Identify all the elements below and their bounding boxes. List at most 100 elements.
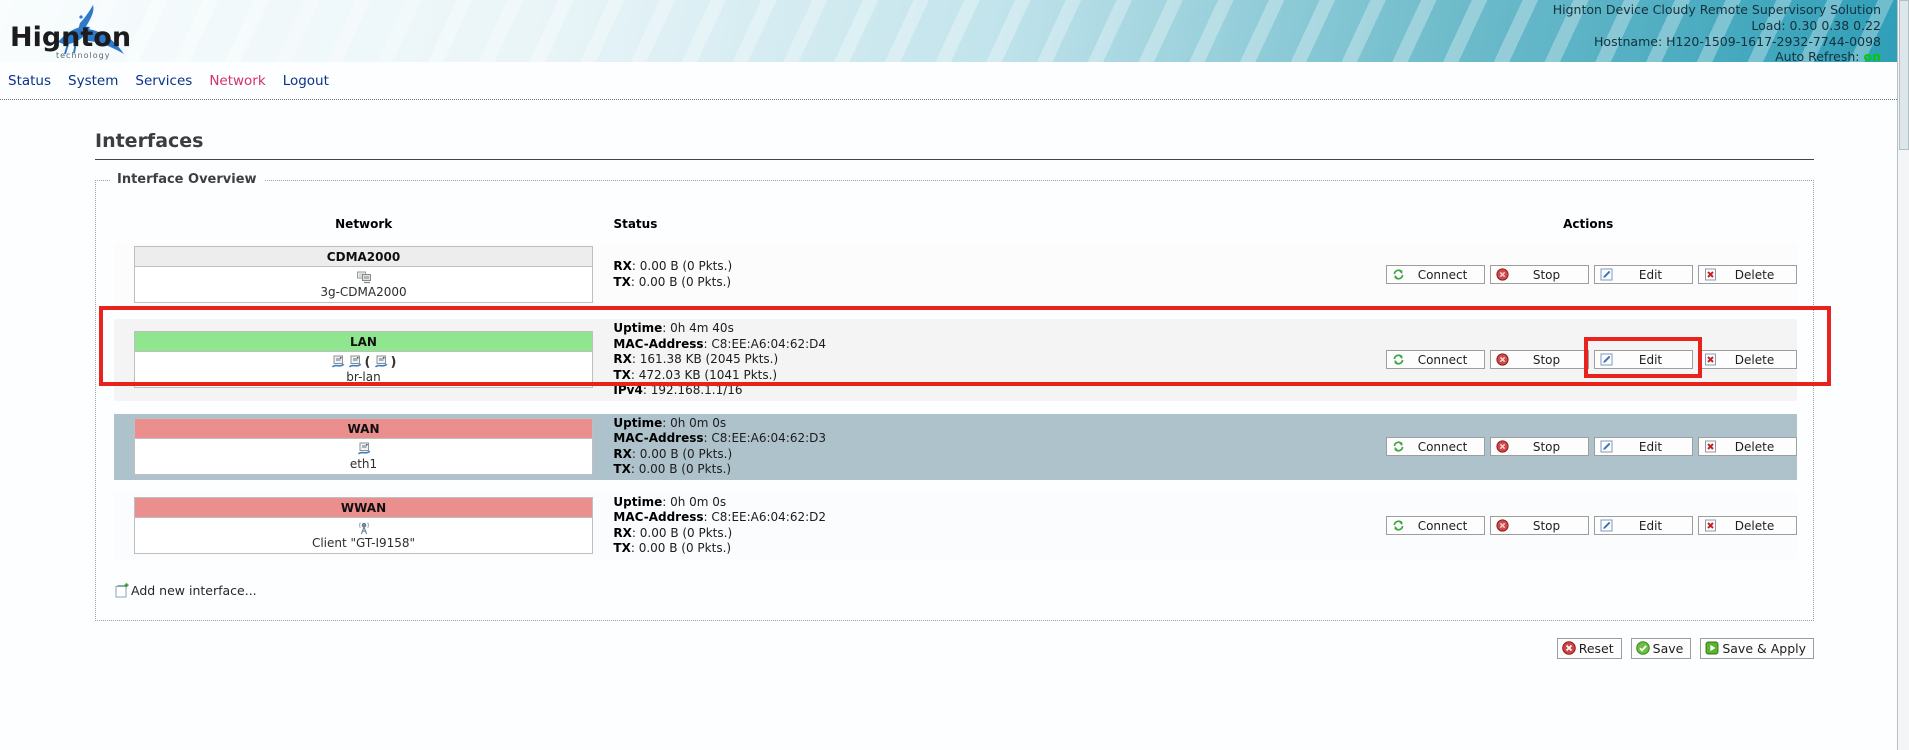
footer-buttons: Reset Save Save & Apply bbox=[95, 638, 1814, 659]
auto-refresh-value[interactable]: on bbox=[1864, 49, 1882, 62]
paren-text: ( bbox=[365, 355, 371, 370]
save-apply-button[interactable]: Save & Apply bbox=[1700, 638, 1814, 659]
actions-cell: Connect Stop Edit Delete bbox=[1380, 493, 1798, 559]
status-line-uptime: Uptime: 0h 0m 0s bbox=[613, 416, 1379, 432]
paren-text: ) bbox=[391, 355, 397, 370]
add-interface-label: Add new interface... bbox=[131, 583, 257, 598]
interface-row-wan: WAN eth1 Uptime: 0h 0m 0sMAC-Address: C8… bbox=[114, 414, 1797, 480]
button-label: Delete bbox=[1719, 440, 1791, 454]
network-box: LAN () br-lan bbox=[134, 331, 593, 388]
wan-delete-button[interactable]: Delete bbox=[1698, 437, 1797, 456]
brand-name: Hignton bbox=[10, 22, 131, 53]
column-header-actions: Actions bbox=[1380, 217, 1797, 231]
lan-delete-button[interactable]: Delete bbox=[1698, 350, 1797, 369]
status-line-mac-address: MAC-Address: C8:EE:A6:04:62:D3 bbox=[613, 431, 1379, 447]
nav-item-network[interactable]: Network bbox=[209, 73, 265, 89]
network-cell: WAN eth1 bbox=[114, 414, 613, 480]
cdma2000-connect-button[interactable]: Connect bbox=[1386, 265, 1485, 284]
auto-refresh: Auto Refresh: on bbox=[1553, 49, 1881, 62]
delete-icon bbox=[1704, 268, 1717, 281]
edit-icon bbox=[1600, 519, 1613, 532]
button-label: Edit bbox=[1615, 440, 1687, 454]
add-page-icon bbox=[114, 583, 129, 598]
stop-icon bbox=[1496, 353, 1509, 366]
nav-item-services[interactable]: Services bbox=[135, 73, 192, 89]
cdma2000-delete-button[interactable]: Delete bbox=[1698, 265, 1797, 284]
lan-connect-button[interactable]: Connect bbox=[1386, 350, 1485, 369]
device-name: 3g-CDMA2000 bbox=[135, 285, 592, 299]
status-line-rx: RX: 0.00 B (0 Pkts.) bbox=[613, 447, 1379, 463]
wwan-edit-button[interactable]: Edit bbox=[1594, 516, 1693, 535]
connect-icon bbox=[1392, 268, 1405, 281]
nav-item-system[interactable]: System bbox=[68, 73, 118, 89]
network-box: WWAN Client "GT-I9158" bbox=[134, 497, 593, 554]
wan-edit-button[interactable]: Edit bbox=[1594, 437, 1693, 456]
nav-item-status[interactable]: Status bbox=[8, 73, 51, 89]
edit-icon bbox=[1600, 440, 1613, 453]
status-line-tx: TX: 0.00 B (0 Pkts.) bbox=[613, 541, 1379, 557]
connect-icon bbox=[1392, 353, 1405, 366]
edit-icon bbox=[1600, 353, 1613, 366]
status-line-mac-address: MAC-Address: C8:EE:A6:04:62:D4 bbox=[613, 337, 1379, 353]
network-device: () br-lan bbox=[135, 352, 592, 387]
load-average: Load: 0.30 0.38 0.22 bbox=[1553, 18, 1881, 34]
ethernet-icon bbox=[331, 355, 345, 369]
network-box: WAN eth1 bbox=[134, 418, 593, 475]
button-label: Delete bbox=[1719, 519, 1791, 533]
status-line-uptime: Uptime: 0h 0m 0s bbox=[613, 495, 1379, 511]
status-cell: RX: 0.00 B (0 Pkts.)TX: 0.00 B (0 Pkts.) bbox=[613, 243, 1379, 306]
cdma2000-edit-button[interactable]: Edit bbox=[1594, 265, 1693, 284]
device-icons bbox=[135, 269, 592, 285]
button-label: Save & Apply bbox=[1722, 641, 1806, 656]
scrollbar-thumb[interactable] bbox=[1899, 0, 1909, 150]
main-nav: Status System Services Network Logout bbox=[0, 62, 1897, 100]
brand-logo: Hignton technology bbox=[10, 6, 160, 60]
device-icons bbox=[135, 520, 592, 536]
lan-stop-button[interactable]: Stop bbox=[1490, 350, 1589, 369]
status-line-tx: TX: 0.00 B (0 Pkts.) bbox=[613, 275, 1379, 291]
nav-item-logout[interactable]: Logout bbox=[283, 73, 329, 89]
table-header-row: Network Status Actions bbox=[114, 217, 1797, 231]
button-label: Connect bbox=[1407, 440, 1479, 454]
interface-overview-section: Interface Overview Network Status Action… bbox=[95, 180, 1814, 621]
reset-icon bbox=[1562, 641, 1576, 655]
button-label: Stop bbox=[1511, 353, 1583, 367]
wwan-stop-button[interactable]: Stop bbox=[1490, 516, 1589, 535]
lan-edit-button[interactable]: Edit bbox=[1594, 350, 1693, 369]
bridge-icon bbox=[356, 270, 372, 284]
ethernet-icon bbox=[357, 442, 371, 456]
network-name: WWAN bbox=[135, 498, 592, 518]
wan-stop-button[interactable]: Stop bbox=[1490, 437, 1589, 456]
status-line-rx: RX: 0.00 B (0 Pkts.) bbox=[613, 526, 1379, 542]
wan-connect-button[interactable]: Connect bbox=[1386, 437, 1485, 456]
button-label: Connect bbox=[1407, 353, 1479, 367]
add-interface-link[interactable]: Add new interface... bbox=[114, 583, 257, 598]
cdma2000-stop-button[interactable]: Stop bbox=[1490, 265, 1589, 284]
connect-icon bbox=[1392, 519, 1405, 532]
edit-icon bbox=[1600, 268, 1613, 281]
interface-row-lan: LAN () br-lan Uptime: 0h 4m 40sMAC-Addre… bbox=[114, 319, 1797, 401]
status-line-mac-address: MAC-Address: C8:EE:A6:04:62:D2 bbox=[613, 510, 1379, 526]
actions-cell: Connect Stop Edit Delete bbox=[1380, 243, 1798, 306]
status-cell: Uptime: 0h 0m 0sMAC-Address: C8:EE:A6:04… bbox=[613, 493, 1379, 559]
device-icons: () bbox=[135, 354, 592, 370]
device-icons bbox=[135, 441, 592, 457]
network-device: 3g-CDMA2000 bbox=[135, 267, 592, 302]
interface-row-wwan: WWAN Client "GT-I9158" Uptime: 0h 0m 0sM… bbox=[114, 493, 1797, 559]
hostname: Hostname: H120-1509-1617-2932-7744-0098 bbox=[1553, 34, 1881, 50]
button-label: Stop bbox=[1511, 519, 1583, 533]
status-line-tx: TX: 0.00 B (0 Pkts.) bbox=[613, 462, 1379, 478]
vertical-scrollbar[interactable] bbox=[1897, 0, 1909, 750]
interface-row-cdma2000: CDMA2000 3g-CDMA2000 RX: 0.00 B (0 Pkts.… bbox=[114, 243, 1797, 306]
brand-tagline: technology bbox=[56, 51, 110, 60]
ethernet-icon bbox=[374, 355, 388, 369]
reset-button[interactable]: Reset bbox=[1557, 638, 1622, 659]
column-header-status: Status bbox=[613, 217, 1379, 231]
main-content: Interfaces Interface Overview Network St… bbox=[0, 100, 1897, 659]
header-info: Hignton Device Cloudy Remote Supervisory… bbox=[1553, 2, 1881, 62]
button-label: Reset bbox=[1579, 641, 1614, 656]
wifi-icon bbox=[357, 521, 371, 535]
save-button[interactable]: Save bbox=[1631, 638, 1692, 659]
wwan-connect-button[interactable]: Connect bbox=[1386, 516, 1485, 535]
wwan-delete-button[interactable]: Delete bbox=[1698, 516, 1797, 535]
